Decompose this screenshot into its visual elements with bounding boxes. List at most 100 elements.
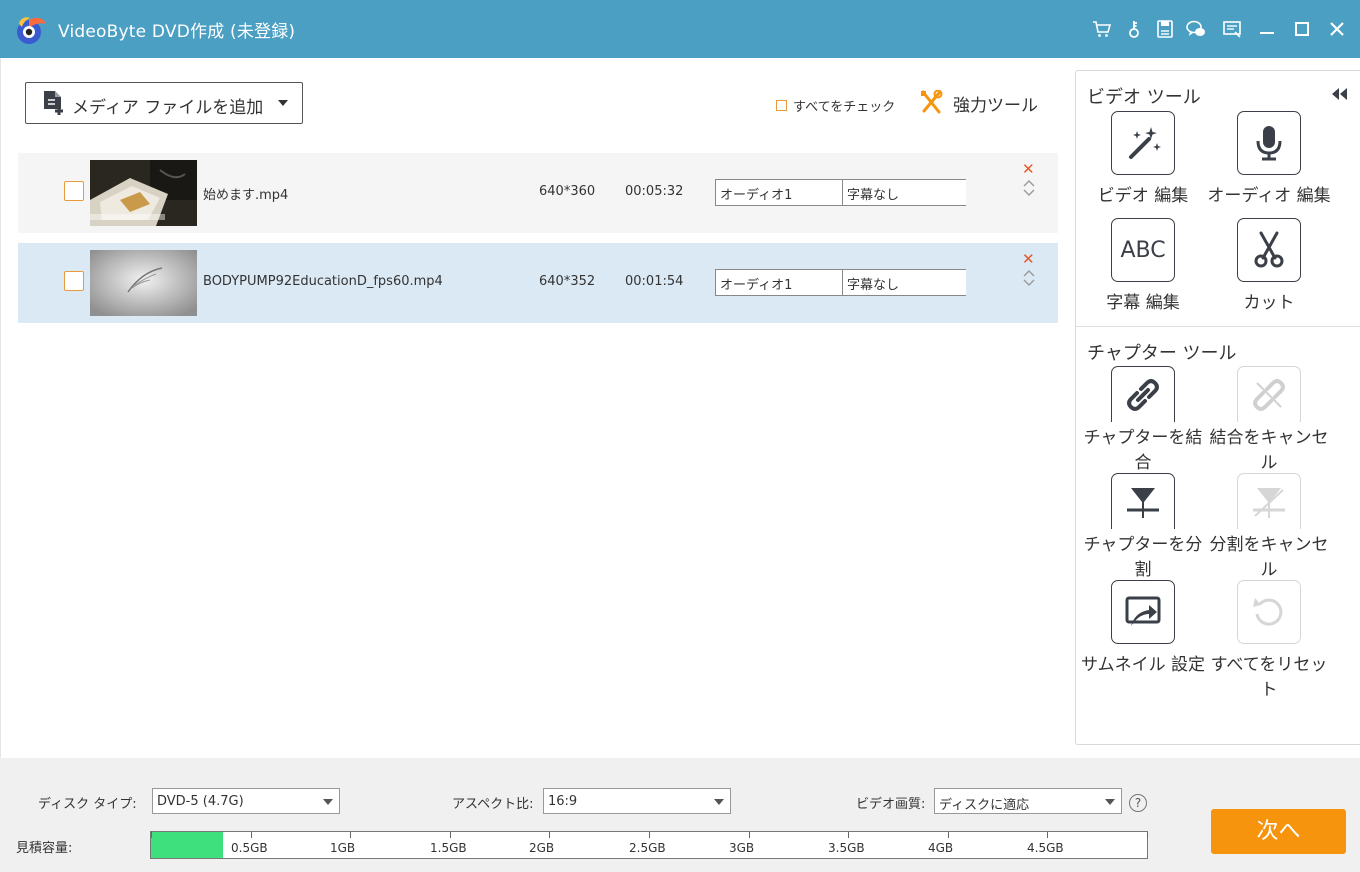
check-all-checkbox[interactable] <box>776 100 787 111</box>
thumbnail-icon <box>1111 580 1175 644</box>
chat-icon[interactable] <box>1184 17 1208 41</box>
power-tools-button[interactable]: 強力ツール <box>919 90 1038 116</box>
capacity-tick <box>151 832 152 838</box>
aspect-ratio-select[interactable]: 16:9 <box>543 788 731 814</box>
capacity-tick <box>450 832 451 838</box>
file-resolution: 640*360 <box>539 184 596 199</box>
tools-panel: ビデオ ツール ビデオ 編集 オーディオ 編集 ABC 字幕 編集 カット チャ… <box>1075 70 1360 745</box>
audio-edit-button[interactable]: オーディオ 編集 <box>1206 111 1332 209</box>
video-thumbnail <box>90 160 197 226</box>
row-checkbox[interactable] <box>64 271 84 291</box>
app-title: VideoByte DVD作成 (未登録) <box>58 22 296 42</box>
unlink-icon <box>1237 366 1301 422</box>
estimated-capacity-label: 見積容量: <box>16 841 73 856</box>
title-bar: VideoByte DVD作成 (未登録) <box>0 0 1360 58</box>
collapse-panel-icon[interactable] <box>1330 87 1348 101</box>
video-tools-title: ビデオ ツール <box>1087 87 1201 108</box>
tool-label: 結合をキャンセル <box>1209 428 1329 473</box>
video-quality-label: ビデオ画質: <box>856 797 926 812</box>
file-duration: 00:05:32 <box>625 184 684 199</box>
help-icon[interactable]: ? <box>1129 794 1147 812</box>
chevron-down-icon <box>323 799 333 805</box>
capacity-tick <box>848 832 849 838</box>
subtitle-select[interactable]: 字幕なし <box>842 179 966 206</box>
merge-chapter-button[interactable]: チャプターを結合 <box>1080 366 1206 476</box>
microphone-icon <box>1237 111 1301 175</box>
magic-wand-icon <box>1111 111 1175 175</box>
capacity-tick-label: 4GB <box>928 841 954 855</box>
move-down-icon[interactable] <box>1023 278 1035 288</box>
reset-icon <box>1237 580 1301 644</box>
capacity-tick-label: 4.5GB <box>1027 841 1064 855</box>
move-up-icon[interactable] <box>1023 178 1035 188</box>
capacity-tick-label: 3GB <box>729 841 755 855</box>
capacity-tick <box>948 832 949 838</box>
file-row[interactable]: 始めます.mp4 640*360 00:05:32 オーディオ1 字幕なし ✕ <box>18 153 1058 233</box>
disc-type-value: DVD-5 (4.7G) <box>157 794 244 809</box>
audio-track-select[interactable]: オーディオ1 <box>715 179 843 206</box>
chevron-down-icon <box>714 799 724 805</box>
file-name: BODYPUMP92EducationD_fps60.mp4 <box>203 274 443 289</box>
key-icon[interactable] <box>1122 17 1146 41</box>
feedback-icon[interactable] <box>1220 17 1244 41</box>
add-media-button[interactable]: メディア ファイルを追加 <box>25 82 303 124</box>
capacity-tick-label: 0.5GB <box>231 841 268 855</box>
tool-label: 字幕 編集 <box>1106 293 1180 313</box>
split-icon <box>1111 473 1175 529</box>
main-area: メディア ファイルを追加 すべてをチェック 強力ツール 始めます.mp4 640… <box>0 58 1360 758</box>
tool-label: カット <box>1243 293 1295 313</box>
chevron-down-icon <box>1105 799 1115 805</box>
cancel-split-button[interactable]: 分割をキャンセル <box>1206 473 1332 583</box>
file-row[interactable]: BODYPUMP92EducationD_fps60.mp4 640*352 0… <box>18 243 1058 323</box>
tool-label: ビデオ 編集 <box>1097 186 1189 206</box>
cut-button[interactable]: カット <box>1206 218 1332 316</box>
tool-label: チャプターを分割 <box>1083 535 1203 580</box>
split-chapter-button[interactable]: チャプターを分割 <box>1080 473 1206 583</box>
add-media-label: メディア ファイルを追加 <box>72 98 264 118</box>
video-edit-button[interactable]: ビデオ 編集 <box>1080 111 1206 209</box>
tool-label: オーディオ 編集 <box>1207 186 1331 206</box>
cart-icon[interactable] <box>1090 17 1114 41</box>
thumbnail-setting-button[interactable]: サムネイル 設定 <box>1080 580 1206 678</box>
audio-track-select[interactable]: オーディオ1 <box>715 269 843 296</box>
capacity-tick-label: 2.5GB <box>629 841 666 855</box>
aspect-ratio-label: アスペクト比: <box>452 797 534 812</box>
delete-icon[interactable]: ✕ <box>1022 252 1035 267</box>
video-quality-value: ディスクに適応 <box>939 798 1030 813</box>
capacity-tick <box>251 832 252 838</box>
minimize-icon[interactable] <box>1255 17 1279 41</box>
next-button[interactable]: 次へ <box>1211 809 1346 854</box>
close-icon[interactable] <box>1325 17 1349 41</box>
row-checkbox[interactable] <box>64 181 84 201</box>
capacity-tick <box>350 832 351 838</box>
file-resolution: 640*352 <box>539 274 596 289</box>
tool-label: サムネイル 設定 <box>1080 655 1206 675</box>
cancel-merge-button[interactable]: 結合をキャンセル <box>1206 366 1332 476</box>
scissors-icon <box>1237 218 1301 282</box>
app-logo-icon <box>14 14 48 46</box>
move-down-icon[interactable] <box>1023 188 1035 198</box>
maximize-icon[interactable] <box>1290 17 1314 41</box>
check-all-toggle[interactable]: すべてをチェック <box>776 96 895 115</box>
tool-label: 分割をキャンセル <box>1209 535 1329 580</box>
video-quality-select[interactable]: ディスクに適応 <box>934 788 1122 814</box>
video-thumbnail <box>90 250 197 316</box>
check-all-label: すべてをチェック <box>793 100 896 115</box>
capacity-tick <box>749 832 750 838</box>
delete-icon[interactable]: ✕ <box>1022 162 1035 177</box>
chapter-tools-title: チャプター ツール <box>1087 343 1237 364</box>
link-icon <box>1111 366 1175 422</box>
file-name: 始めます.mp4 <box>203 188 289 203</box>
capacity-tick-label: 1GB <box>330 841 356 855</box>
cancel-split-icon <box>1237 473 1301 529</box>
capacity-tick <box>649 832 650 838</box>
disc-type-select[interactable]: DVD-5 (4.7G) <box>152 788 340 814</box>
save-icon[interactable] <box>1153 17 1177 41</box>
reset-all-button[interactable]: すべてをリセット <box>1206 580 1332 703</box>
subtitle-edit-button[interactable]: ABC 字幕 編集 <box>1080 218 1206 316</box>
move-up-icon[interactable] <box>1023 268 1035 278</box>
capacity-tick <box>1147 832 1148 838</box>
capacity-tick-label: 2GB <box>529 841 555 855</box>
bottom-bar: ディスク タイプ: DVD-5 (4.7G) アスペクト比: 16:9 ビデオ画… <box>0 758 1360 872</box>
subtitle-select[interactable]: 字幕なし <box>842 269 966 296</box>
